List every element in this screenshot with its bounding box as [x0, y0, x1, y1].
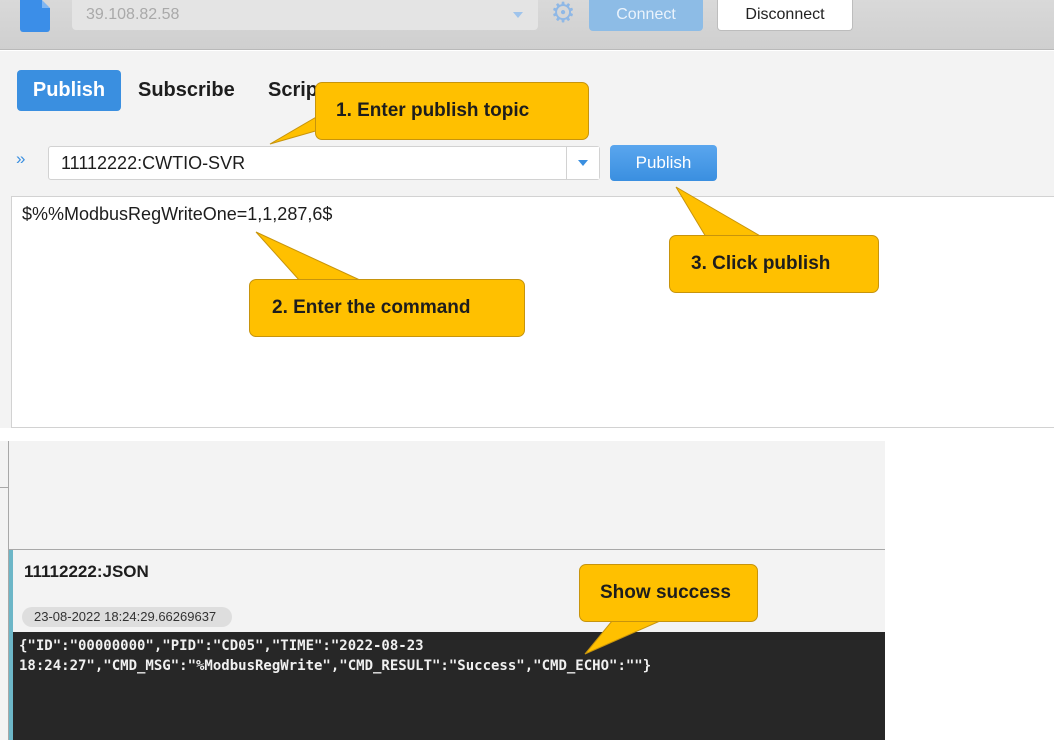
- callout-show-success: Show success: [579, 564, 758, 622]
- app-window: 39.108.82.58 ⚙ Connect Disconnect Publis…: [0, 0, 1054, 740]
- callout-click-publish: 3. Click publish: [669, 235, 879, 293]
- callout-enter-topic: 1. Enter publish topic: [315, 82, 589, 140]
- callout-enter-command: 2. Enter the command: [249, 279, 525, 337]
